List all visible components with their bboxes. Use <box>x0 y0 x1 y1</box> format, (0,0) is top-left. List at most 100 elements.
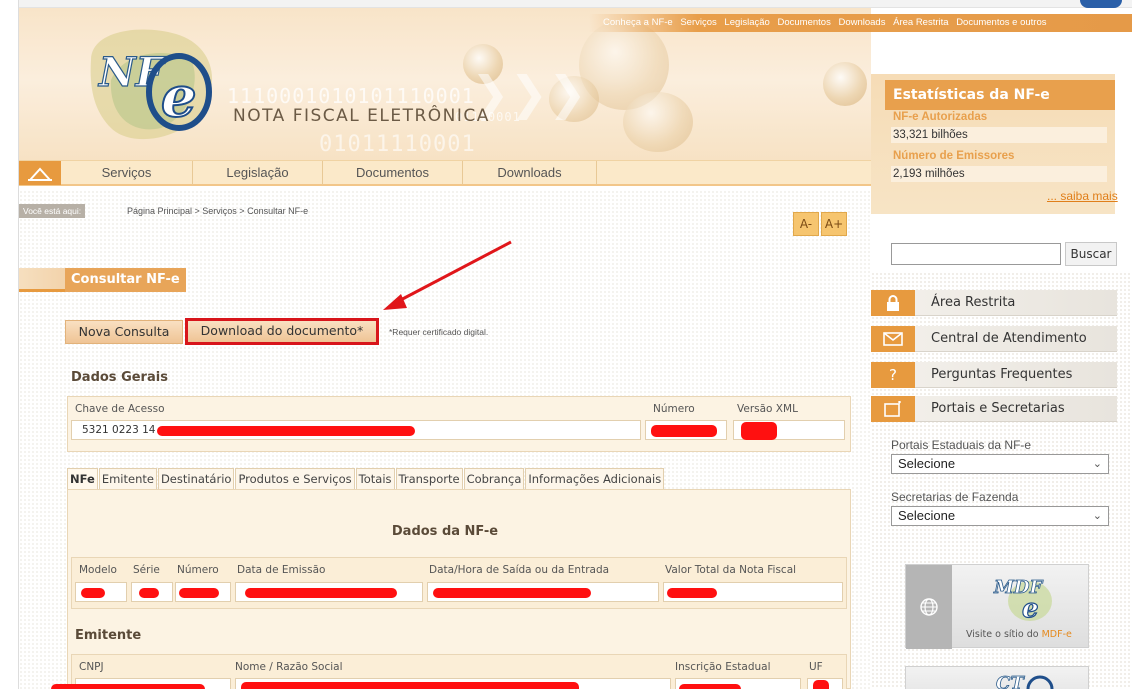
emissores-label: Número de Emissores <box>893 150 1015 162</box>
breadcrumb[interactable]: Página Principal > Serviços > Consultar … <box>127 204 308 218</box>
portais-estaduais-select[interactable]: Selecione ⌄ <box>891 454 1109 474</box>
emissores-value: 2,193 milhões <box>891 166 1107 182</box>
window-icon <box>871 396 915 422</box>
mdfe-logo-icon: MDF e <box>993 577 1052 623</box>
cnpj-label: CNPJ <box>79 661 104 673</box>
search-button[interactable]: Buscar <box>1065 242 1117 266</box>
mdfe-caption-text: Visite o sítio do <box>966 629 1042 640</box>
sidebar-item-label: Central de Atendimento <box>931 331 1087 346</box>
redaction-mark <box>667 588 717 598</box>
sidebar-item-area-restrita[interactable]: Área Restrita <box>871 290 1117 316</box>
top-link-legislacao[interactable]: Legislação <box>724 17 769 28</box>
redaction-mark <box>81 588 105 598</box>
chevron-down-icon: ⌄ <box>1092 458 1102 470</box>
versao-xml-label: Versão XML <box>737 403 798 415</box>
globe-icon <box>906 565 952 649</box>
nav-item-downloads[interactable]: Downloads <box>463 161 597 185</box>
serie-label: Série <box>133 564 160 576</box>
nav-item-legislacao[interactable]: Legislação <box>193 161 323 185</box>
redaction-mark <box>179 588 219 598</box>
sidebar-item-label: Área Restrita <box>931 295 1016 310</box>
top-link-area-restrita[interactable]: Área Restrita <box>893 17 948 28</box>
redaction-mark <box>51 684 205 689</box>
secretarias-fazenda-label: Secretarias de Fazenda <box>891 490 1019 504</box>
top-link-documentos-outros[interactable]: Documentos e outros <box>956 17 1046 28</box>
mdfe-caption-link[interactable]: MDF-e <box>1042 629 1072 640</box>
inscricao-estadual-label: Inscrição Estadual <box>675 661 771 673</box>
svg-text:CT: CT <box>996 673 1025 689</box>
nome-razao-label: Nome / Razão Social <box>235 661 343 673</box>
nova-consulta-button[interactable]: Nova Consulta <box>65 320 183 344</box>
sidebar: Estatísticas da NF-e NF-e Autorizadas 33… <box>871 32 1132 689</box>
page-title: Consultar NF-e <box>65 268 186 292</box>
top-link-servicos[interactable]: Serviços <box>680 17 716 28</box>
numero-label: Número <box>653 403 695 415</box>
redaction-mark <box>139 588 159 598</box>
chave-acesso-label: Chave de Acesso <box>75 403 165 415</box>
cte-banner[interactable]: CT <box>905 666 1089 689</box>
portais-estaduais-label: Portais Estaduais da NF-e <box>891 438 1032 452</box>
tab-cobranca[interactable]: Cobrança <box>463 468 525 490</box>
sidebar-item-portais-secretarias[interactable]: Portais e Secretarias <box>871 396 1117 422</box>
cte-logo-icon: CT <box>996 673 1054 689</box>
breadcrumb-label: Você está aqui: <box>19 204 86 218</box>
svg-text:e: e <box>1022 594 1039 623</box>
data-saida-label: Data/Hora de Saída ou da Entrada <box>429 564 610 576</box>
sidebar-item-perguntas-frequentes[interactable]: ? Perguntas Frequentes <box>871 362 1117 388</box>
certificate-note: *Requer certificado digital. <box>389 327 489 337</box>
font-increase-button[interactable]: A+ <box>821 212 847 236</box>
download-documento-button[interactable]: Download do documento* <box>185 318 379 345</box>
nfe-autorizadas-label: NF-e Autorizadas <box>893 111 988 123</box>
emitente-title: Emitente <box>75 628 142 643</box>
nav-item-documentos[interactable]: Documentos <box>323 161 463 185</box>
envelope-icon <box>871 326 915 352</box>
redaction-mark <box>741 422 777 440</box>
numero-nfe-label: Número <box>177 564 219 576</box>
redaction-mark <box>813 680 829 689</box>
chevron-down-icon: ⌄ <box>1092 510 1102 522</box>
home-icon[interactable] <box>19 161 61 185</box>
font-decrease-button[interactable]: A- <box>793 212 819 236</box>
sidebar-item-label: Portais e Secretarias <box>931 401 1065 416</box>
nav-item-servicos[interactable]: Serviços <box>61 161 193 185</box>
globe-decoration <box>823 62 867 106</box>
valor-total-label: Valor Total da Nota Fiscal <box>665 564 797 576</box>
sidebar-item-central-atendimento[interactable]: Central de Atendimento <box>871 326 1117 352</box>
portais-estaduais-value: Selecione <box>898 456 956 471</box>
browser-top-strip <box>19 0 1132 8</box>
sidebar-item-label: Perguntas Frequentes <box>931 367 1073 382</box>
saiba-mais-link[interactable]: ... saiba mais <box>1047 189 1118 203</box>
nfe-autorizadas-value: 33,321 bilhões <box>891 127 1107 143</box>
tab-transporte[interactable]: Transporte <box>395 468 463 490</box>
lock-icon <box>871 290 915 316</box>
top-link-documentos[interactable]: Documentos <box>777 17 830 28</box>
mdfe-caption: Visite o sítio do MDF-e <box>966 629 1072 640</box>
secretarias-fazenda-select[interactable]: Selecione ⌄ <box>891 506 1109 526</box>
tab-informacoes-adicionais[interactable]: Informações Adicionais <box>525 468 665 490</box>
nfe-logo-icon[interactable]: NF e <box>81 20 231 150</box>
tab-emitente[interactable]: Emitente <box>98 468 157 490</box>
redaction-mark <box>651 425 717 437</box>
page: ❯❯❯ 1110001010101110001 01011110001 0111… <box>18 0 1132 689</box>
question-icon: ? <box>871 362 915 388</box>
tab-nfe[interactable]: NFe <box>67 468 98 490</box>
dados-nfe-title: Dados da NF-e <box>391 524 499 539</box>
top-link-downloads[interactable]: Downloads <box>838 17 885 28</box>
tab-bar: NFe Emitente Destinatário Produtos e Ser… <box>67 468 665 490</box>
top-link-conheca[interactable]: Conheça a NF-e <box>603 17 673 28</box>
main-nav: Serviços Legislação Documentos Downloads <box>19 160 871 186</box>
stats-title: Estatísticas da NF-e <box>885 80 1115 110</box>
mdfe-banner[interactable]: MDF e Visite o sítio do MDF-e <box>905 564 1089 649</box>
tab-destinatario[interactable]: Destinatário <box>157 468 235 490</box>
redaction-mark <box>157 426 415 436</box>
binary-decoration: 01011110001 <box>319 132 476 157</box>
uf-label: UF <box>809 661 823 673</box>
tab-totais[interactable]: Totais <box>355 468 395 490</box>
corner-button[interactable] <box>1080 0 1122 8</box>
secretarias-fazenda-value: Selecione <box>898 508 956 523</box>
binary-decoration: 1110001010101110001 <box>227 84 475 108</box>
top-links-bar: Conheça a NF-e Serviços Legislação Docum… <box>589 14 1132 32</box>
redaction-mark <box>679 684 741 689</box>
tab-produtos-servicos[interactable]: Produtos e Serviços <box>235 468 355 490</box>
search-input[interactable] <box>891 243 1061 265</box>
